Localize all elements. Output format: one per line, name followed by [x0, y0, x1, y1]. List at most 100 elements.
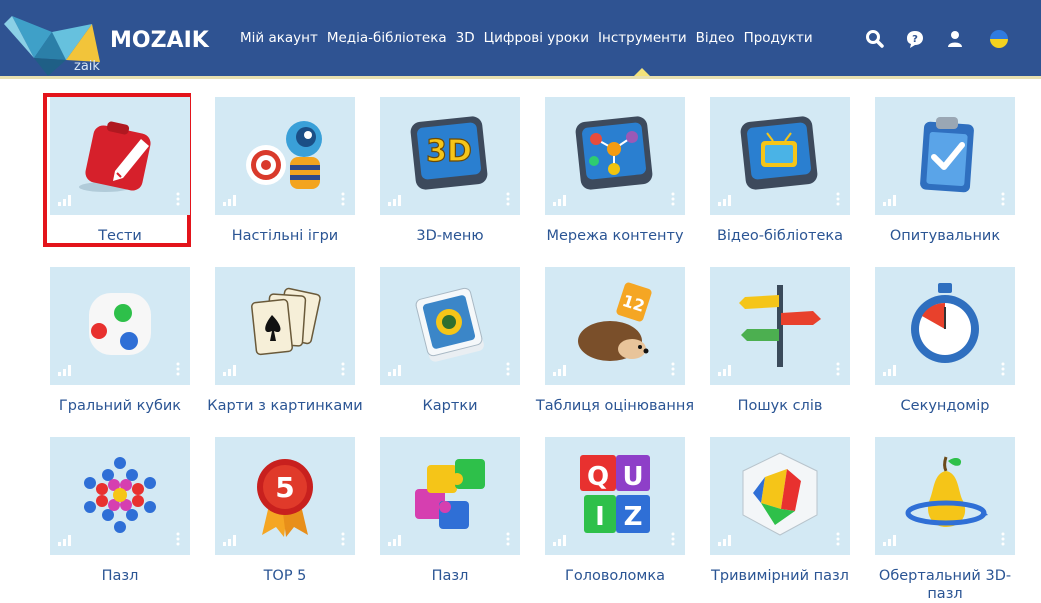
more-options-icon[interactable]: [341, 192, 345, 206]
dice-icon: [89, 293, 151, 355]
tool-label[interactable]: Мережа контенту: [535, 227, 695, 245]
difficulty-bars-icon: [883, 195, 896, 206]
difficulty-bars-icon: [883, 535, 896, 546]
more-options-icon[interactable]: [836, 362, 840, 376]
3d-tv-icon: 3D: [410, 116, 488, 190]
tool-thumbnail[interactable]: 12: [545, 267, 685, 385]
more-options-icon[interactable]: [341, 362, 345, 376]
tool-thumbnail[interactable]: [545, 97, 685, 215]
user-icon[interactable]: [944, 28, 966, 50]
tool-tile-video-library[interactable]: Відео-бібліотека: [705, 97, 865, 262]
tool-tile-questionnaire[interactable]: Опитувальник: [870, 97, 1030, 262]
tool-label[interactable]: Головоломка: [535, 567, 695, 585]
tool-tile-top5[interactable]: 5 TOP 5: [210, 437, 370, 602]
tool-label[interactable]: Пазл: [370, 567, 530, 585]
nav-tools[interactable]: Інструменти: [598, 30, 687, 77]
tool-tile-word-search[interactable]: Пошук слів: [705, 267, 865, 432]
tool-tile-board-games[interactable]: Настільні ігри: [210, 97, 370, 262]
stopwatch-icon: [911, 283, 979, 363]
more-options-icon[interactable]: [506, 362, 510, 376]
tool-label[interactable]: Секундомір: [865, 397, 1025, 415]
nav-3d[interactable]: 3D: [456, 30, 475, 46]
tool-tile-dice[interactable]: Гральний кубик: [45, 267, 205, 432]
more-options-icon[interactable]: [176, 192, 180, 206]
ukraine-flag-icon[interactable]: [988, 28, 1010, 50]
tool-label[interactable]: Настільні ігри: [205, 227, 365, 245]
tool-thumbnail[interactable]: [710, 437, 850, 555]
more-options-icon[interactable]: [836, 532, 840, 546]
difficulty-bars-icon: [388, 365, 401, 376]
tool-thumbnail[interactable]: [875, 97, 1015, 215]
tool-thumbnail[interactable]: [50, 97, 190, 215]
tool-tile-content-network[interactable]: Мережа контенту: [540, 97, 700, 262]
tool-thumbnail[interactable]: [50, 267, 190, 385]
tool-label[interactable]: Тести: [40, 227, 200, 245]
nav-my-account[interactable]: Мій акаунт: [240, 30, 318, 46]
more-options-icon[interactable]: [836, 192, 840, 206]
tool-label[interactable]: Пазл: [40, 567, 200, 585]
more-options-icon[interactable]: [506, 532, 510, 546]
tool-label[interactable]: Картки: [370, 397, 530, 415]
tool-label[interactable]: Обертальний 3D-пазл: [865, 567, 1025, 603]
help-chat-icon[interactable]: ?: [904, 28, 926, 50]
tool-thumbnail[interactable]: 3D: [380, 97, 520, 215]
tool-tile-hex-puzzle[interactable]: Пазл: [45, 437, 205, 602]
nav-media-library[interactable]: Медіа-бібліотека: [327, 30, 447, 46]
nav-digital-lessons[interactable]: Цифрові уроки: [484, 30, 589, 46]
clipboard-check-icon: [920, 117, 974, 193]
difficulty-bars-icon: [553, 195, 566, 206]
tool-tile-3d-puzzle[interactable]: Тривимірний пазл: [705, 437, 865, 602]
more-options-icon[interactable]: [1001, 532, 1005, 546]
tool-label[interactable]: Гральний кубик: [40, 397, 200, 415]
tool-tile-stopwatch[interactable]: Секундомір: [870, 267, 1030, 432]
tool-thumbnail[interactable]: [380, 437, 520, 555]
tool-label[interactable]: Опитувальник: [865, 227, 1025, 245]
tool-tile-picture-cards[interactable]: Карти з картинками: [207, 267, 370, 432]
nav-video[interactable]: Відео: [696, 30, 735, 46]
tool-thumbnail[interactable]: [710, 97, 850, 215]
tool-tile-brain-teaser[interactable]: Q U I Z Головоломка: [540, 437, 700, 602]
tool-tile-jigsaw[interactable]: Пазл: [375, 437, 535, 602]
more-options-icon[interactable]: [671, 192, 675, 206]
playing-cards-icon: [251, 287, 321, 356]
mozaik-logo[interactable]: MOZAIK: [110, 26, 220, 52]
tool-tile-scoreboard[interactable]: 12 Таблиця оцінювання: [536, 267, 700, 432]
difficulty-bars-icon: [553, 365, 566, 376]
difficulty-bars-icon: [718, 365, 731, 376]
tool-thumbnail[interactable]: [875, 267, 1015, 385]
more-options-icon[interactable]: [506, 192, 510, 206]
tool-label[interactable]: Пошук слів: [700, 397, 860, 415]
nav-products[interactable]: Продукти: [744, 30, 813, 46]
tool-label[interactable]: Тривимірний пазл: [700, 567, 860, 585]
more-options-icon[interactable]: [1001, 362, 1005, 376]
tool-thumbnail[interactable]: Q U I Z: [545, 437, 685, 555]
tool-label[interactable]: TOP 5: [205, 567, 365, 585]
tool-thumbnail[interactable]: [380, 267, 520, 385]
more-options-icon[interactable]: [176, 362, 180, 376]
search-icon[interactable]: [864, 28, 886, 50]
tool-tile-3d-menu[interactable]: 3D 3D-меню: [375, 97, 535, 262]
tool-thumbnail[interactable]: [50, 437, 190, 555]
jigsaw-icon: [415, 459, 485, 529]
svg-text:Q: Q: [587, 462, 609, 492]
more-options-icon[interactable]: [341, 532, 345, 546]
top-header: zaik MOZAIK Мій акаунт Медіа-бібліотека …: [0, 0, 1041, 78]
more-options-icon[interactable]: [176, 532, 180, 546]
tool-label[interactable]: Таблиця оцінювання: [535, 397, 695, 415]
tool-tile-rotating-3d-puzzle[interactable]: Обертальний 3D-пазл: [870, 437, 1030, 602]
tool-tile-flashcards[interactable]: Картки: [375, 267, 535, 432]
tool-thumbnail[interactable]: [875, 437, 1015, 555]
tool-label[interactable]: 3D-меню: [370, 227, 530, 245]
more-options-icon[interactable]: [671, 532, 675, 546]
kingfisher-logo-icon[interactable]: zaik: [4, 2, 104, 78]
more-options-icon[interactable]: [671, 362, 675, 376]
svg-text:Z: Z: [624, 502, 643, 532]
tool-label[interactable]: Відео-бібліотека: [700, 227, 860, 245]
more-options-icon[interactable]: [1001, 192, 1005, 206]
tool-thumbnail[interactable]: [215, 97, 355, 215]
tool-tile-tests[interactable]: Тести: [45, 97, 205, 262]
tool-thumbnail[interactable]: [710, 267, 850, 385]
tool-thumbnail[interactable]: [215, 267, 355, 385]
tool-label[interactable]: Карти з картинками: [205, 397, 365, 415]
tool-thumbnail[interactable]: 5: [215, 437, 355, 555]
